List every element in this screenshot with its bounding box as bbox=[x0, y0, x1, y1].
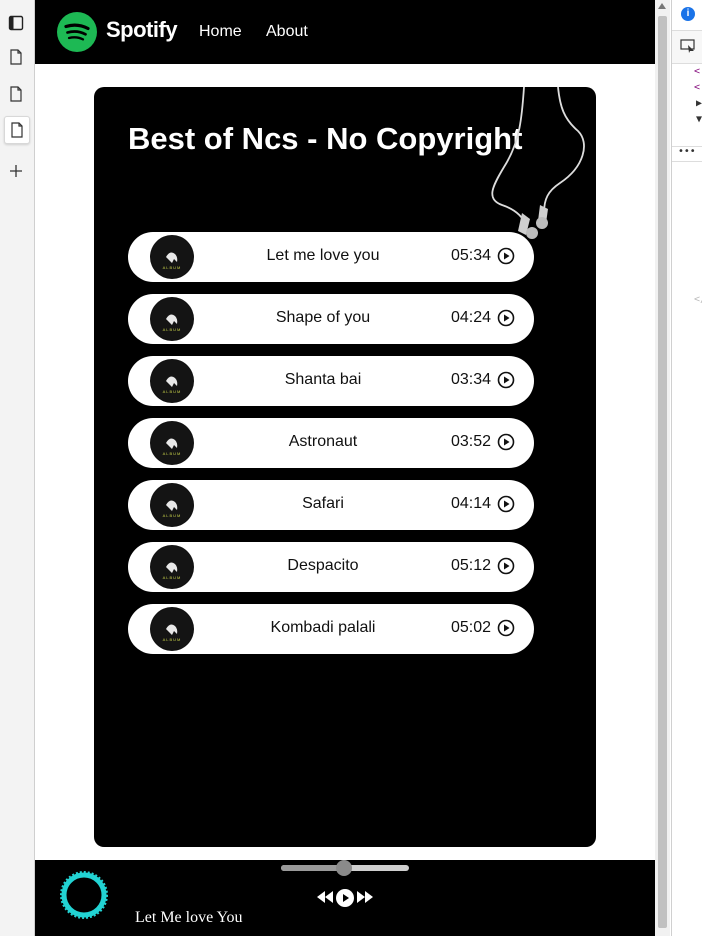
song-title: Despacito bbox=[287, 557, 359, 574]
album-art: ALBUM bbox=[150, 607, 194, 651]
audio-visualizer-icon bbox=[60, 871, 108, 919]
song-title: Astronaut bbox=[288, 433, 358, 450]
song-duration: 04:14 bbox=[451, 495, 492, 512]
song-item[interactable]: ALBUM Kombadi palali 05:02 bbox=[128, 604, 534, 654]
scroll-up-icon[interactable] bbox=[658, 3, 666, 9]
scroll-thumb[interactable] bbox=[658, 16, 667, 928]
song-duration: 03:34 bbox=[451, 371, 492, 388]
song-duration: 05:12 bbox=[451, 557, 492, 574]
devtools-panel: i < < ▶ ▼ ••• </ bbox=[671, 0, 702, 936]
devtools-code-line: < bbox=[694, 66, 701, 77]
page-icon-active[interactable] bbox=[4, 116, 30, 144]
browser-sidebar bbox=[0, 0, 35, 936]
nav-link-about[interactable]: About bbox=[266, 23, 308, 41]
devtools-code-line: < bbox=[694, 82, 701, 93]
page-scrollbar[interactable] bbox=[655, 0, 670, 936]
song-title: Shanta bai bbox=[284, 371, 362, 388]
play-circle-icon[interactable] bbox=[497, 247, 515, 265]
play-circle-icon[interactable] bbox=[497, 309, 515, 327]
progress-knob[interactable] bbox=[335, 860, 352, 876]
now-playing-title: Let Me love You bbox=[135, 909, 243, 926]
brand-name[interactable]: Spotify bbox=[106, 17, 178, 43]
tab-panel-icon[interactable] bbox=[4, 10, 28, 36]
playlist-card: Best of Ncs - No Copyright ALBUM Let me l… bbox=[94, 87, 596, 847]
song-item[interactable]: ALBUM Safari 04:14 bbox=[128, 480, 534, 530]
navbar: Spotify Home About bbox=[35, 0, 655, 64]
page-icon[interactable] bbox=[4, 81, 28, 107]
page-icon[interactable] bbox=[4, 44, 28, 70]
play-circle-icon[interactable] bbox=[497, 619, 515, 637]
progress-fill bbox=[281, 865, 344, 871]
song-duration: 03:52 bbox=[451, 433, 492, 450]
song-title: Shape of you bbox=[275, 309, 371, 326]
svg-text:ALBUM: ALBUM bbox=[163, 513, 182, 518]
song-duration: 05:02 bbox=[451, 619, 492, 636]
svg-text:ALBUM: ALBUM bbox=[163, 451, 182, 456]
song-item[interactable]: ALBUM Shape of you 04:24 bbox=[128, 294, 534, 344]
more-icon[interactable]: ••• bbox=[672, 146, 702, 162]
spotify-logo-icon[interactable] bbox=[57, 12, 97, 52]
song-title: Let me love you bbox=[266, 247, 380, 264]
info-icon[interactable]: i bbox=[681, 7, 695, 21]
svg-text:ALBUM: ALBUM bbox=[163, 389, 182, 394]
song-title: Safari bbox=[302, 495, 344, 512]
song-item[interactable]: ALBUM Despacito 05:12 bbox=[128, 542, 534, 592]
song-duration: 04:24 bbox=[451, 309, 492, 326]
song-item[interactable]: ALBUM Shanta bai 03:34 bbox=[128, 356, 534, 406]
collapse-icon[interactable]: ▼ bbox=[696, 114, 702, 125]
song-duration: 05:34 bbox=[451, 247, 492, 264]
svg-text:ALBUM: ALBUM bbox=[163, 575, 182, 580]
album-art: ALBUM bbox=[150, 359, 194, 403]
play-icon[interactable] bbox=[336, 889, 354, 907]
svg-text:ALBUM: ALBUM bbox=[163, 637, 182, 642]
album-art: ALBUM bbox=[150, 297, 194, 341]
play-circle-icon[interactable] bbox=[497, 371, 515, 389]
next-icon[interactable] bbox=[356, 890, 374, 904]
devtools-toolbar bbox=[672, 30, 702, 64]
nav-link-home[interactable]: Home bbox=[199, 23, 242, 41]
play-circle-icon[interactable] bbox=[497, 495, 515, 513]
album-art: ALBUM bbox=[150, 545, 194, 589]
previous-icon[interactable] bbox=[316, 890, 334, 904]
album-art: ALBUM bbox=[150, 421, 194, 465]
play-circle-icon[interactable] bbox=[497, 557, 515, 575]
expand-icon[interactable]: ▶ bbox=[696, 98, 702, 109]
song-item[interactable]: ALBUM Astronaut 03:52 bbox=[128, 418, 534, 468]
progress-bar[interactable] bbox=[281, 860, 409, 876]
svg-text:ALBUM: ALBUM bbox=[163, 327, 182, 332]
devtools-code-line: </ bbox=[694, 294, 702, 305]
album-art: ALBUM bbox=[150, 235, 194, 279]
play-circle-icon[interactable] bbox=[497, 433, 515, 451]
song-title: Kombadi palali bbox=[270, 619, 376, 636]
earphones-icon bbox=[491, 87, 585, 239]
add-icon[interactable] bbox=[4, 158, 28, 184]
album-art: ALBUM bbox=[150, 483, 194, 527]
inspect-icon[interactable] bbox=[680, 39, 696, 53]
svg-text:ALBUM: ALBUM bbox=[163, 265, 182, 270]
playlist-title: Best of Ncs - No Copyright bbox=[128, 121, 523, 156]
music-player-bar: Let Me love You bbox=[35, 860, 655, 936]
song-item[interactable]: ALBUM Let me love you 05:34 bbox=[128, 232, 534, 282]
